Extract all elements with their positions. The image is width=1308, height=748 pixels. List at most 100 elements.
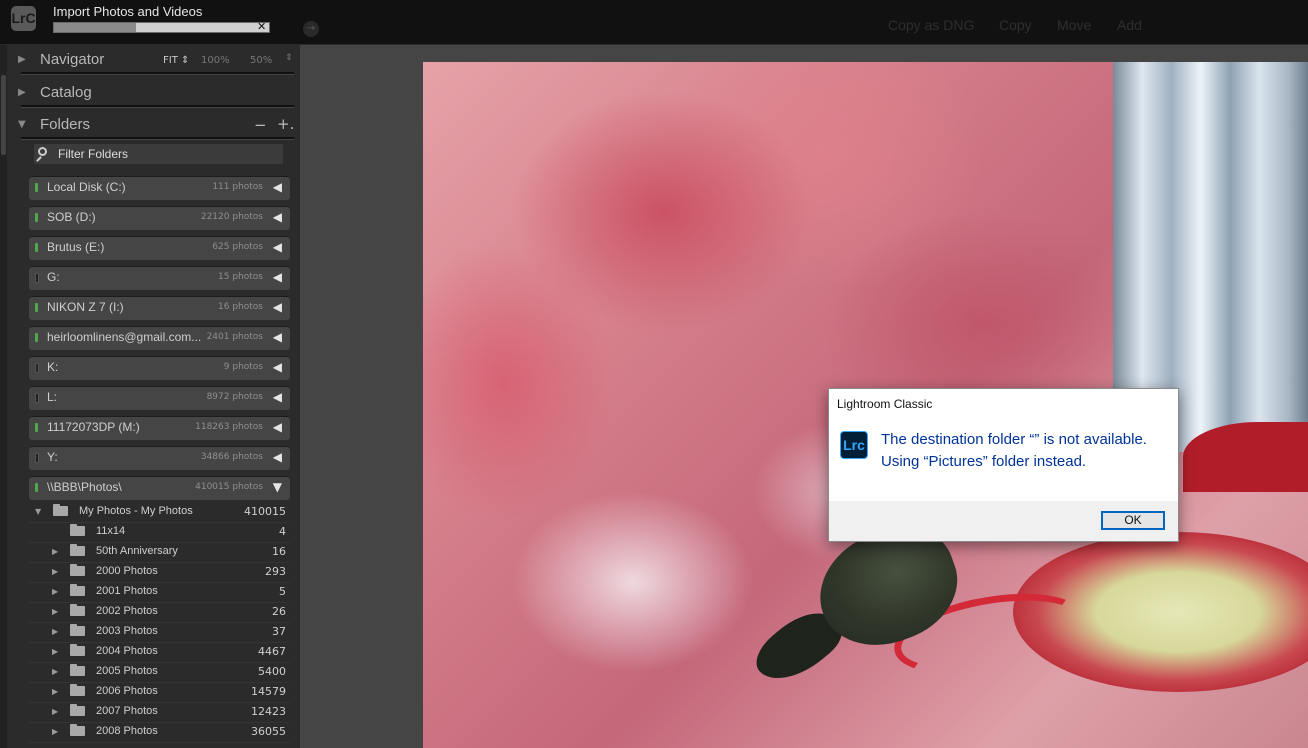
folder-row[interactable]: ▶ 2003 Photos 37 — [29, 622, 290, 643]
zoom-50-button[interactable]: 50% — [250, 55, 272, 66]
folders-header[interactable]: ▼ Folders — [14, 113, 294, 139]
panel-scrollbar[interactable] — [0, 45, 7, 748]
volume-row[interactable]: K: 9 photos ◀ — [29, 356, 290, 380]
disclosure-triangle-icon[interactable]: ▶ — [52, 587, 58, 596]
volume-name: \\BBB\Photos\ — [47, 480, 122, 494]
volume-name: Brutus (E:) — [47, 240, 105, 254]
volume-toggle-icon[interactable]: ▼ — [273, 480, 282, 494]
folder-name: 50th Anniversary — [96, 545, 178, 557]
folder-count: 26 — [272, 605, 286, 618]
collapse-triangle-icon: ▶ — [18, 54, 26, 65]
disclosure-triangle-icon[interactable]: ▶ — [52, 727, 58, 736]
volume-toggle-icon[interactable]: ◀ — [273, 300, 282, 314]
add-folder-button[interactable]: +. — [277, 115, 294, 133]
volume-toggle-icon[interactable]: ◀ — [273, 450, 282, 464]
volume-count: 8972 photos — [206, 392, 263, 402]
alert-dialog: Lightroom Classic Lrc The destination fo… — [828, 388, 1179, 542]
folder-row[interactable]: ▼ My Photos - My Photos 410015 — [29, 502, 290, 523]
volume-row[interactable]: L: 8972 photos ◀ — [29, 386, 290, 410]
folder-count: 4467 — [258, 645, 286, 658]
folder-icon — [70, 664, 85, 676]
copy-option[interactable]: Copy — [999, 17, 1032, 33]
volume-toggle-icon[interactable]: ◀ — [273, 330, 282, 344]
filter-folders-input[interactable]: Filter Folders — [34, 144, 283, 164]
volume-count: 625 photos — [212, 242, 263, 252]
folder-row[interactable]: ▶ 2007 Photos 12423 — [29, 702, 290, 723]
copy-as-dng-option[interactable]: Copy as DNG — [888, 17, 974, 33]
volume-name: K: — [47, 360, 59, 374]
folder-row[interactable]: ▶ 2006 Photos 14579 — [29, 682, 290, 703]
dialog-message-line2: Using “Pictures” folder instead. — [881, 453, 1087, 470]
volume-row[interactable]: Y: 34866 photos ◀ — [29, 446, 290, 470]
disclosure-triangle-icon[interactable]: ▶ — [52, 687, 58, 696]
volume-row[interactable]: \\BBB\Photos\ 410015 photos ▼ — [29, 476, 290, 500]
folder-icon — [53, 504, 68, 516]
folder-name: 2008 Photos — [96, 725, 158, 737]
import-arrow-icon[interactable]: → — [303, 21, 319, 37]
folder-count: 36055 — [251, 725, 286, 738]
ok-button[interactable]: OK — [1101, 511, 1165, 530]
disclosure-triangle-icon[interactable]: ▶ — [52, 627, 58, 636]
scrollbar-thumb[interactable] — [1, 75, 6, 155]
dialog-message-line1: The destination folder “” is not availab… — [881, 431, 1147, 448]
folder-row[interactable]: 11x14 4 — [29, 522, 290, 543]
disclosure-triangle-icon[interactable]: ▶ — [52, 667, 58, 676]
volume-row[interactable]: SOB (D:) 22120 photos ◀ — [29, 206, 290, 230]
volume-count: 118263 photos — [195, 422, 263, 432]
zoom-stepper-icon[interactable]: ⇕ — [285, 53, 293, 63]
panel-divider — [21, 137, 294, 140]
volume-row[interactable]: heirloomlinens@gmail.com... 2401 photos ◀ — [29, 326, 290, 350]
volume-count: 9 photos — [223, 362, 263, 372]
disclosure-triangle-icon[interactable]: ▶ — [52, 567, 58, 576]
disclosure-triangle-icon[interactable]: ▶ — [52, 707, 58, 716]
folder-row[interactable]: ▶ 2005 Photos 5400 — [29, 662, 290, 683]
volume-name: SOB (D:) — [47, 210, 96, 224]
volume-status-led — [35, 273, 39, 283]
folder-icon — [70, 704, 85, 716]
volume-count: 2401 photos — [206, 332, 263, 342]
folder-name: 2003 Photos — [96, 625, 158, 637]
folder-row[interactable]: ▶ 50th Anniversary 16 — [29, 542, 290, 563]
volume-toggle-icon[interactable]: ◀ — [273, 180, 282, 194]
folder-count: 410015 — [244, 505, 286, 518]
folder-icon — [70, 684, 85, 696]
zoom-fit-button[interactable]: FIT ⇕ — [163, 55, 189, 66]
volume-row[interactable]: 11172073DP (M:) 118263 photos ◀ — [29, 416, 290, 440]
folder-name: 2007 Photos — [96, 705, 158, 717]
dialog-footer: OK — [829, 501, 1178, 541]
volume-row[interactable]: Local Disk (C:) 111 photos ◀ — [29, 176, 290, 200]
volume-row[interactable]: Brutus (E:) 625 photos ◀ — [29, 236, 290, 260]
volume-count: 15 photos — [218, 272, 263, 282]
zoom-100-button[interactable]: 100% — [201, 55, 230, 66]
remove-folder-button[interactable]: − — [254, 116, 267, 134]
folder-name: 11x14 — [96, 525, 126, 537]
add-option[interactable]: Add — [1117, 17, 1142, 33]
folder-row[interactable]: ▶ 2008 Photos 36055 — [29, 722, 290, 743]
folder-row[interactable]: ▶ 2002 Photos 26 — [29, 602, 290, 623]
volume-toggle-icon[interactable]: ◀ — [273, 270, 282, 284]
volume-row[interactable]: NIKON Z 7 (I:) 16 photos ◀ — [29, 296, 290, 320]
disclosure-triangle-icon[interactable]: ▶ — [52, 607, 58, 616]
cancel-import-icon[interactable]: ✕ — [257, 20, 266, 33]
disclosure-triangle-icon[interactable]: ▶ — [52, 547, 58, 556]
catalog-header[interactable]: ▶ Catalog — [14, 81, 294, 107]
disclosure-triangle-icon[interactable]: ▼ — [35, 507, 41, 516]
volume-status-led — [35, 483, 38, 492]
folder-row[interactable]: ▶ 2000 Photos 293 — [29, 562, 290, 583]
volume-toggle-icon[interactable]: ◀ — [273, 240, 282, 254]
volume-toggle-icon[interactable]: ◀ — [273, 360, 282, 374]
import-progress-bar — [53, 22, 270, 33]
folder-row[interactable]: ▶ 2004 Photos 4467 — [29, 642, 290, 663]
folder-count: 16 — [272, 545, 286, 558]
volume-toggle-icon[interactable]: ◀ — [273, 390, 282, 404]
move-option[interactable]: Move — [1057, 17, 1091, 33]
volume-name: heirloomlinens@gmail.com... — [47, 330, 202, 344]
volume-toggle-icon[interactable]: ◀ — [273, 420, 282, 434]
folder-icon — [70, 544, 85, 556]
folder-row[interactable]: ▶ 2001 Photos 5 — [29, 582, 290, 603]
folder-count: 12423 — [251, 705, 286, 718]
volume-status-led — [35, 303, 38, 312]
disclosure-triangle-icon[interactable]: ▶ — [52, 647, 58, 656]
volume-row[interactable]: G: 15 photos ◀ — [29, 266, 290, 290]
volume-toggle-icon[interactable]: ◀ — [273, 210, 282, 224]
